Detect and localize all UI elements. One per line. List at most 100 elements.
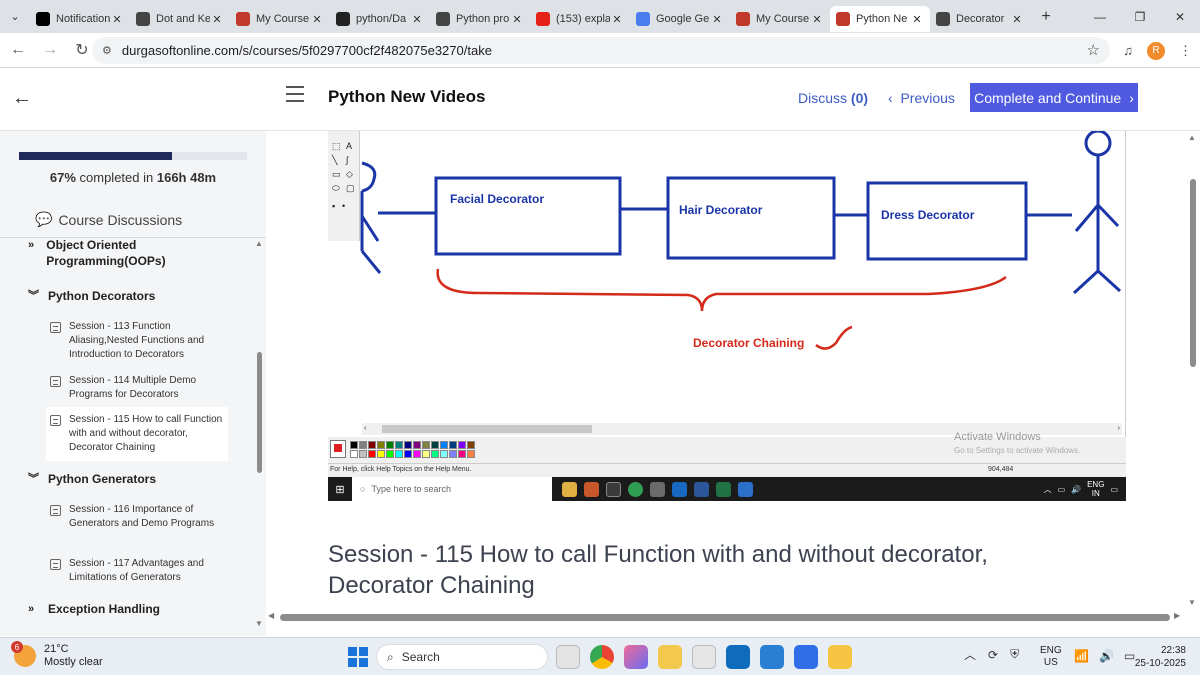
sidebar-scrollbar[interactable] xyxy=(257,352,262,473)
close-tab-icon[interactable]: ✕ xyxy=(710,13,724,26)
browser-tab[interactable]: Python pro ✕ xyxy=(430,6,530,32)
browser-tab[interactable]: Decorator ✕ xyxy=(930,6,1030,32)
palette-color-swatch[interactable] xyxy=(422,441,430,449)
security-icon[interactable]: ⛨ xyxy=(1010,647,1019,662)
browser-tab[interactable]: Python Ne ✕ xyxy=(830,6,930,32)
palette-color-swatch[interactable] xyxy=(458,450,466,458)
lesson-item[interactable]: Session - 117 Advantages and Limitations… xyxy=(46,551,228,591)
section-python-decorators[interactable]: ︾ Python Decorators xyxy=(28,288,155,304)
close-tab-icon[interactable]: ✕ xyxy=(910,13,924,26)
restore-icon[interactable]: ❐ xyxy=(1120,0,1160,33)
palette-color-swatch[interactable] xyxy=(395,450,403,458)
main-horizontal-scrollbar[interactable] xyxy=(280,614,1170,621)
tab-search-button[interactable]: ⌄ xyxy=(0,0,30,33)
url-input[interactable]: ⚙ durgasoftonline.com/s/courses/5f029770… xyxy=(92,37,1110,64)
polygon-tool-icon[interactable]: ◇ xyxy=(346,169,353,180)
site-info-icon[interactable]: ⚙ xyxy=(102,44,112,57)
lesson-item[interactable]: Session - 114 Multiple Demo Programs for… xyxy=(46,368,228,408)
sidebar-toggle-icon[interactable] xyxy=(286,86,304,102)
browser-tab[interactable]: (153) expla ✕ xyxy=(530,6,630,32)
lesson-item[interactable]: Session - 113 Function Aliasing,Nested F… xyxy=(46,314,228,368)
close-tab-icon[interactable]: ✕ xyxy=(110,13,124,26)
palette-color-swatch[interactable] xyxy=(467,450,475,458)
palette-color-swatch[interactable] xyxy=(422,450,430,458)
scroll-up-arrow-icon[interactable]: ▲ xyxy=(1188,133,1196,142)
brush-size-icon[interactable]: ▪ xyxy=(332,201,335,211)
palette-color-swatch[interactable] xyxy=(404,441,412,449)
palette-color-swatch[interactable] xyxy=(350,441,358,449)
lesson-item[interactable]: Session - 116 Importance of Generators a… xyxy=(46,497,228,537)
chrome-icon[interactable] xyxy=(590,645,614,669)
brush-size-icon[interactable]: • xyxy=(342,201,345,211)
close-tab-icon[interactable]: ✕ xyxy=(510,13,524,26)
complete-and-continue-button[interactable]: Complete and Continue › xyxy=(970,83,1138,112)
video-player[interactable]: ⬚ A ╲ ∫ ▭ ◇ ⬭ ▢ ▪ • Facial Decorator Hai… xyxy=(328,131,1126,501)
palette-color-swatch[interactable] xyxy=(449,450,457,458)
ellipse-tool-icon[interactable]: ⬭ xyxy=(332,183,340,194)
menu-kebab-icon[interactable]: ⋮ xyxy=(1179,43,1192,59)
palette-color-swatch[interactable] xyxy=(404,450,412,458)
store-icon[interactable] xyxy=(692,645,716,669)
taskbar-search-box[interactable]: ⌕ Search xyxy=(376,644,548,670)
copilot-icon[interactable] xyxy=(624,645,648,669)
rounded-rect-tool-icon[interactable]: ▢ xyxy=(346,183,355,194)
scroll-right-arrow-icon[interactable]: ▶ xyxy=(1174,611,1180,620)
new-tab-button[interactable]: + xyxy=(1034,8,1058,26)
notepad-icon[interactable] xyxy=(794,645,818,669)
close-tab-icon[interactable]: ✕ xyxy=(410,13,424,26)
close-window-icon[interactable]: ✕ xyxy=(1160,0,1200,33)
sync-icon[interactable]: ⟳ xyxy=(988,648,998,662)
close-tab-icon[interactable]: ✕ xyxy=(210,13,224,26)
rectangle-tool-icon[interactable]: ▭ xyxy=(332,169,341,180)
palette-color-swatch[interactable] xyxy=(413,441,421,449)
file-explorer-icon[interactable] xyxy=(658,645,682,669)
palette-color-swatch[interactable] xyxy=(359,450,367,458)
task-view-icon[interactable] xyxy=(556,645,580,669)
palette-color-swatch[interactable] xyxy=(368,450,376,458)
discuss-link[interactable]: Discuss (0) xyxy=(798,90,868,106)
scroll-left-icon[interactable]: ‹ xyxy=(364,423,367,432)
browser-tab[interactable]: My Course ✕ xyxy=(730,6,830,32)
section-oops[interactable]: » Object Oriented Programming(OOPs) xyxy=(28,237,228,269)
forward-icon[interactable]: → xyxy=(36,36,64,64)
scroll-up-arrow-icon[interactable]: ▲ xyxy=(255,239,263,248)
palette-color-swatch[interactable] xyxy=(467,441,475,449)
palette-color-swatch[interactable] xyxy=(449,441,457,449)
back-to-course-icon[interactable]: ← xyxy=(12,87,32,110)
close-tab-icon[interactable]: ✕ xyxy=(610,13,624,26)
palette-color-swatch[interactable] xyxy=(431,450,439,458)
previous-link[interactable]: ‹ Previous xyxy=(888,90,955,106)
palette-color-swatch[interactable] xyxy=(359,441,367,449)
python-idle-icon[interactable] xyxy=(828,645,852,669)
browser-tab[interactable]: Dot and Ke ✕ xyxy=(130,6,230,32)
course-discussions-link[interactable]: 💬 Course Discussions xyxy=(35,211,182,228)
select-tool-icon[interactable]: ⬚ xyxy=(332,141,341,152)
start-windows-icon[interactable] xyxy=(348,647,368,667)
palette-color-swatch[interactable] xyxy=(440,450,448,458)
palette-color-swatch[interactable] xyxy=(431,441,439,449)
palette-color-swatch[interactable] xyxy=(386,441,394,449)
scroll-down-arrow-icon[interactable]: ▼ xyxy=(1188,598,1196,607)
close-tab-icon[interactable]: ✕ xyxy=(1010,13,1024,26)
language-indicator[interactable]: ENG US xyxy=(1040,645,1062,669)
palette-color-swatch[interactable] xyxy=(440,441,448,449)
lesson-item-active[interactable]: Session - 115 How to call Function with … xyxy=(46,407,228,461)
scroll-down-arrow-icon[interactable]: ▼ xyxy=(255,619,263,628)
tray-chevron-up-icon[interactable]: ︿ xyxy=(964,646,976,663)
section-exception-handling[interactable]: » Exception Handling xyxy=(28,601,160,617)
scroll-left-arrow-icon[interactable]: ◀ xyxy=(268,611,274,620)
close-tab-icon[interactable]: ✕ xyxy=(310,13,324,26)
palette-color-swatch[interactable] xyxy=(350,450,358,458)
main-vertical-scrollbar[interactable] xyxy=(1190,179,1196,367)
outlook-icon[interactable] xyxy=(726,645,750,669)
taskbar-clock[interactable]: 22:38 25-10-2025 xyxy=(1130,644,1186,670)
text-tool-icon[interactable]: A xyxy=(346,141,352,151)
vscode-icon[interactable] xyxy=(760,645,784,669)
scroll-right-icon[interactable]: › xyxy=(1117,423,1120,432)
scroll-thumb[interactable] xyxy=(382,425,592,433)
weather-widget[interactable]: 6 21°C Mostly clear xyxy=(11,641,103,669)
section-python-generators[interactable]: ︾ Python Generators xyxy=(28,471,156,487)
palette-color-swatch[interactable] xyxy=(377,450,385,458)
bookmark-star-icon[interactable]: ☆ xyxy=(1087,41,1100,59)
palette-color-swatch[interactable] xyxy=(368,441,376,449)
